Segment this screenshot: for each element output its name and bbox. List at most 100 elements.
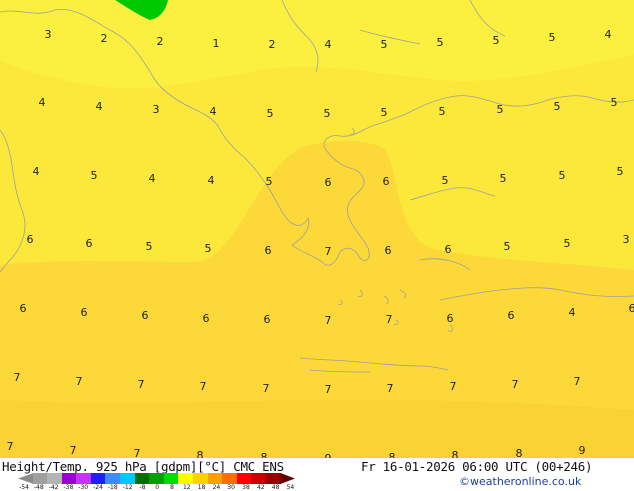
value-label: 7	[14, 371, 21, 384]
value-label: 6	[383, 175, 390, 188]
value-label: 7	[7, 440, 14, 453]
value-label: 5	[439, 105, 446, 118]
value-label: 4	[33, 165, 40, 178]
value-label: 7	[263, 382, 270, 395]
value-label: 2	[101, 32, 108, 45]
value-label: 5	[497, 103, 504, 116]
value-label: 5	[564, 237, 571, 250]
value-label: 5	[437, 36, 444, 49]
value-label: 8	[516, 447, 523, 458]
colorbar-swatch	[120, 473, 135, 484]
map-canvas: 3 2 2 1 2 4 5 5 5 5 4 4 4 3 4 5 5 5 5 5 5 5 4 5 4 4 5 6 6 5 5 5 5 6 6 5 5 6 7 6…	[0, 0, 634, 458]
value-label: 5	[500, 172, 507, 185]
colorbar-swatch	[251, 473, 266, 484]
value-label: 5	[91, 169, 98, 182]
value-label: 6	[265, 244, 272, 257]
colorbar-swatch	[47, 473, 62, 484]
value-label: 5	[324, 107, 331, 120]
colorbar-swatch	[280, 473, 295, 484]
colorbar-swatch	[208, 473, 223, 484]
value-label: 6	[508, 309, 515, 322]
value-label: 2	[269, 38, 276, 51]
colorbar-swatch	[237, 473, 252, 484]
colorbar-swatch	[149, 473, 164, 484]
value-label: 7	[512, 378, 519, 391]
field-warmer-zone	[0, 399, 634, 458]
colorbar-swatch	[178, 473, 193, 484]
value-label: 7	[138, 378, 145, 391]
value-label: 6	[20, 302, 27, 315]
value-label: 9	[579, 444, 586, 457]
value-label: 5	[267, 107, 274, 120]
value-label: 5	[559, 169, 566, 182]
colorbar-swatch	[76, 473, 91, 484]
value-label: 5	[205, 242, 212, 255]
value-label: 5	[549, 31, 556, 44]
value-label: 5	[617, 165, 624, 178]
value-label: 4	[208, 174, 215, 187]
value-label: 6	[264, 313, 271, 326]
value-label: 1	[213, 37, 220, 50]
value-label: 6	[27, 233, 34, 246]
value-label: 4	[210, 105, 217, 118]
value-label: 6	[629, 302, 634, 315]
value-label: 5	[493, 34, 500, 47]
value-label: 8	[452, 449, 459, 458]
value-label: 3	[623, 233, 630, 246]
value-label: 5	[381, 106, 388, 119]
colorbar-swatch	[222, 473, 237, 484]
colorbar-swatch	[91, 473, 106, 484]
credit-link[interactable]: ©weatheronline.co.uk	[459, 475, 581, 488]
value-label: 5	[146, 240, 153, 253]
value-label: 6	[203, 312, 210, 325]
value-label: 5	[554, 100, 561, 113]
value-label: 6	[445, 243, 452, 256]
value-label: 6	[325, 176, 332, 189]
value-label: 6	[142, 309, 149, 322]
value-label: 6	[447, 312, 454, 325]
value-label: 4	[39, 96, 46, 109]
colorbar-swatch	[193, 473, 208, 484]
value-label: 6	[81, 306, 88, 319]
value-label: 8	[261, 451, 268, 458]
value-label: 5	[381, 38, 388, 51]
value-label: 7	[387, 382, 394, 395]
color-legend	[18, 473, 295, 484]
value-label: 7	[200, 380, 207, 393]
weather-map: 3 2 2 1 2 4 5 5 5 5 4 4 4 3 4 5 5 5 5 5 5 5 4 5 4 4 5 6 6 5 5 5 5 6 6 5 5 6 7 6…	[0, 0, 634, 458]
value-label: 4	[569, 306, 576, 319]
value-label: 4	[325, 38, 332, 51]
value-label: 4	[149, 172, 156, 185]
value-label: 7	[134, 447, 141, 458]
value-label: 6	[86, 237, 93, 250]
value-label: 7	[325, 314, 332, 327]
value-label: 7	[450, 380, 457, 393]
value-label: 4	[96, 100, 103, 113]
value-label: 5	[611, 96, 618, 109]
value-label: 6	[385, 244, 392, 257]
value-label: 5	[504, 240, 511, 253]
value-label: 3	[45, 28, 52, 41]
value-label: 7	[70, 444, 77, 457]
value-label: 8	[389, 451, 396, 458]
colorbar-swatch	[62, 473, 77, 484]
colorbar-swatch	[105, 473, 120, 484]
value-label: 8	[197, 449, 204, 458]
map-footer: Height/Temp. 925 hPa [gdpm][°C] CMC ENS …	[0, 458, 634, 490]
value-label: 4	[605, 28, 612, 41]
value-label: 7	[76, 375, 83, 388]
value-label: 2	[157, 35, 164, 48]
colorbar-swatch	[33, 473, 48, 484]
value-label: 3	[153, 103, 160, 116]
value-label: 5	[442, 174, 449, 187]
value-label: 7	[325, 245, 332, 258]
colorbar-swatch	[135, 473, 150, 484]
colorbar-swatch	[164, 473, 179, 484]
colorbar-swatch	[18, 473, 34, 484]
value-label: 7	[386, 313, 393, 326]
value-label: 5	[266, 175, 273, 188]
valid-time: Fr 16-01-2026 06:00 UTC (00+246)	[361, 459, 592, 474]
value-label: 7	[574, 375, 581, 388]
colorbar-swatch	[266, 473, 281, 484]
value-label: 7	[325, 383, 332, 396]
